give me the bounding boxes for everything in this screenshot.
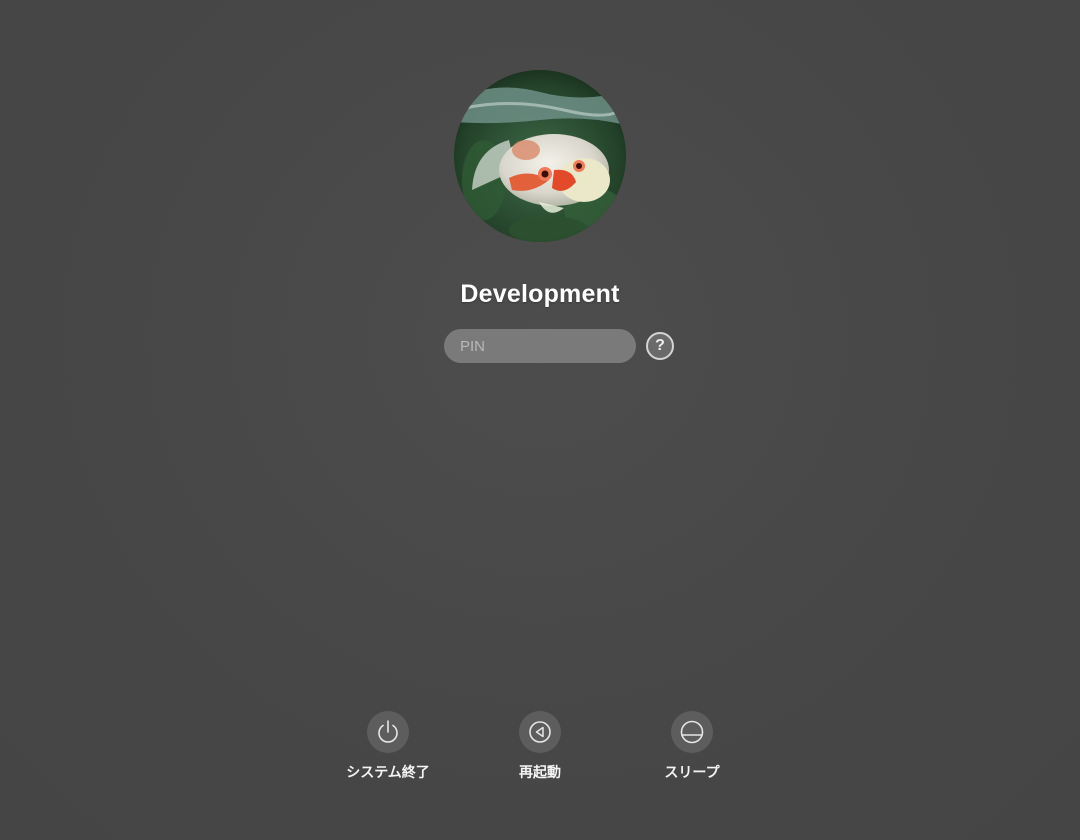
user-avatar: [454, 70, 626, 242]
pin-input[interactable]: [444, 329, 636, 363]
sleep-button[interactable]: スリープ: [632, 711, 752, 782]
question-mark-icon: ?: [655, 337, 665, 354]
sleep-label: スリープ: [664, 765, 720, 781]
restart-triangle-icon: [529, 721, 551, 743]
sleep-circle[interactable]: [671, 711, 713, 753]
help-button[interactable]: ?: [646, 332, 674, 360]
restart-button[interactable]: 再起動: [480, 711, 600, 782]
user-name: Development: [460, 280, 620, 308]
shutdown-circle[interactable]: [367, 711, 409, 753]
sleep-half-circle-icon: [680, 720, 704, 744]
goldfish-photo: [454, 70, 626, 242]
restart-circle[interactable]: [519, 711, 561, 753]
shutdown-label: システム終了: [346, 765, 430, 781]
shutdown-button[interactable]: システム終了: [328, 711, 448, 782]
restart-label: 再起動: [519, 765, 561, 781]
power-icon: [378, 720, 398, 743]
